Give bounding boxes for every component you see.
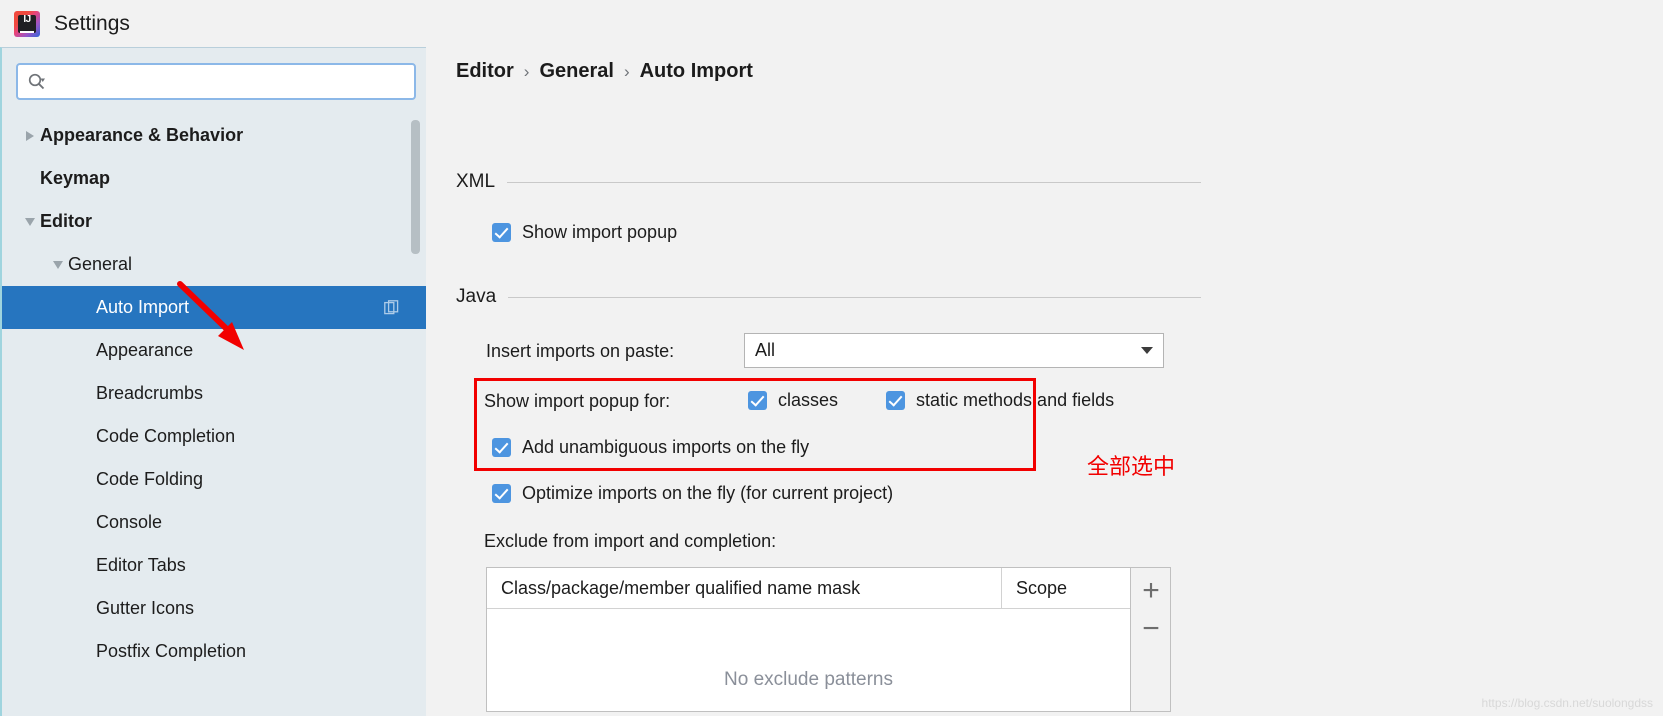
sidebar-item-code-folding[interactable]: Code Folding	[2, 458, 428, 501]
chevron-down-icon[interactable]	[48, 255, 68, 275]
sidebar-item-auto-import[interactable]: Auto Import	[2, 286, 428, 329]
intellij-idea-logo-icon: IJ	[14, 10, 40, 37]
checkbox-box[interactable]	[492, 438, 511, 457]
settings-dialog: IJ Settings Appearance & Behavior Keymap E…	[0, 0, 1663, 716]
breadcrumb: Editor › General › Auto Import	[456, 60, 753, 83]
sidebar-item-label: Breadcrumbs	[96, 383, 204, 403]
sidebar-item-label: Appearance	[96, 340, 194, 360]
sidebar-item-label: Code Completion	[96, 426, 236, 446]
table-header-row: Class/package/member qualified name mask…	[487, 568, 1130, 609]
chevron-right-icon[interactable]	[20, 126, 40, 146]
section-divider	[508, 296, 1201, 298]
sidebar-item-keymap[interactable]: Keymap	[2, 157, 428, 200]
title-bar: IJ Settings	[0, 0, 1663, 47]
sidebar-item-gutter-icons[interactable]: Gutter Icons	[2, 587, 428, 630]
sidebar-item-console[interactable]: Console	[2, 501, 428, 544]
watermark-text: https://blog.csdn.net/suolongdss	[1481, 696, 1653, 710]
checkbox-show-import-popup[interactable]: Show import popup	[492, 222, 677, 243]
section-divider	[507, 181, 1201, 183]
checkbox-label: Add unambiguous imports on the fly	[522, 437, 810, 457]
chevron-down-icon[interactable]	[1141, 347, 1153, 354]
sidebar-item-label: Auto Import	[96, 297, 190, 317]
xml-section-title: XML	[456, 171, 496, 192]
sidebar-item-label: Keymap	[40, 168, 111, 188]
sidebar-item-label: Code Folding	[96, 469, 204, 489]
sidebar-item-appearance-behavior[interactable]: Appearance & Behavior	[2, 114, 428, 157]
sidebar-item-label: Editor Tabs	[96, 555, 186, 575]
sidebar-item-breadcrumbs[interactable]: Breadcrumbs	[2, 372, 428, 415]
column-header-name-mask[interactable]: Class/package/member qualified name mask	[487, 568, 1002, 608]
checkbox-box[interactable]	[492, 484, 511, 503]
checkbox-label: Show import popup	[522, 222, 678, 242]
checkbox-box[interactable]	[492, 223, 511, 242]
window-title: Settings	[54, 11, 130, 35]
remove-exclude-pattern-button[interactable]: −	[1131, 610, 1171, 648]
logo-letters: IJ	[23, 13, 31, 25]
java-section-title: Java	[456, 286, 497, 307]
chevron-down-icon[interactable]	[20, 212, 40, 232]
settings-sidebar: Appearance & Behavior Keymap Editor General…	[0, 47, 428, 716]
insert-imports-value: All	[755, 340, 776, 360]
breadcrumb-item-general[interactable]: General	[539, 60, 613, 83]
sidebar-item-editor-tabs[interactable]: Editor Tabs	[2, 544, 428, 587]
insert-imports-dropdown[interactable]: All	[744, 333, 1164, 368]
sidebar-item-appearance[interactable]: Appearance	[2, 329, 428, 372]
settings-tree: Appearance & Behavior Keymap Editor General…	[2, 114, 428, 716]
breadcrumb-separator: ›	[523, 61, 530, 81]
search-icon	[28, 73, 45, 90]
sidebar-item-label: General	[68, 254, 133, 274]
sidebar-item-label: Gutter Icons	[96, 598, 195, 618]
breadcrumb-item-auto-import: Auto Import	[639, 60, 753, 82]
checkbox-label: Optimize imports on the fly (for current…	[522, 483, 894, 503]
settings-main-panel: Editor › General › Auto Import XML Show …	[426, 47, 1663, 716]
sidebar-item-editor[interactable]: Editor	[2, 200, 428, 243]
java-section-header: Java	[456, 286, 1201, 308]
chinese-annotation-note: 全部选中	[1087, 455, 1176, 480]
sidebar-item-code-completion[interactable]: Code Completion	[2, 415, 428, 458]
sidebar-item-postfix-completion[interactable]: Postfix Completion	[2, 630, 428, 673]
table-empty-message: No exclude patterns	[724, 669, 893, 690]
exclude-label: Exclude from import and completion:	[484, 531, 777, 551]
add-exclude-pattern-button[interactable]: +	[1131, 572, 1171, 610]
insert-imports-label: Insert imports on paste:	[486, 341, 675, 361]
exclude-table: Class/package/member qualified name mask…	[486, 567, 1131, 712]
breadcrumb-item-editor[interactable]: Editor	[456, 60, 514, 83]
exclude-table-toolbar: + −	[1131, 567, 1171, 712]
sidebar-item-general[interactable]: General	[2, 243, 428, 286]
sidebar-item-label: Appearance & Behavior	[40, 125, 244, 145]
xml-section-header: XML	[456, 171, 1201, 193]
table-body: No exclude patterns	[487, 609, 1130, 709]
search-input[interactable]	[45, 65, 414, 98]
search-box[interactable]	[16, 63, 416, 100]
copy-settings-icon[interactable]	[384, 299, 400, 316]
checkbox-add-unambiguous-imports[interactable]: Add unambiguous imports on the fly	[492, 437, 809, 458]
logo-underline	[20, 30, 34, 33]
sidebar-item-label: Editor	[40, 211, 92, 231]
checkbox-optimize-imports-on-the-fly[interactable]: Optimize imports on the fly (for current…	[492, 483, 893, 504]
column-header-scope[interactable]: Scope	[1002, 568, 1130, 608]
sidebar-item-label: Postfix Completion	[96, 641, 247, 661]
sidebar-item-label: Console	[96, 512, 163, 532]
breadcrumb-separator: ›	[623, 61, 630, 81]
